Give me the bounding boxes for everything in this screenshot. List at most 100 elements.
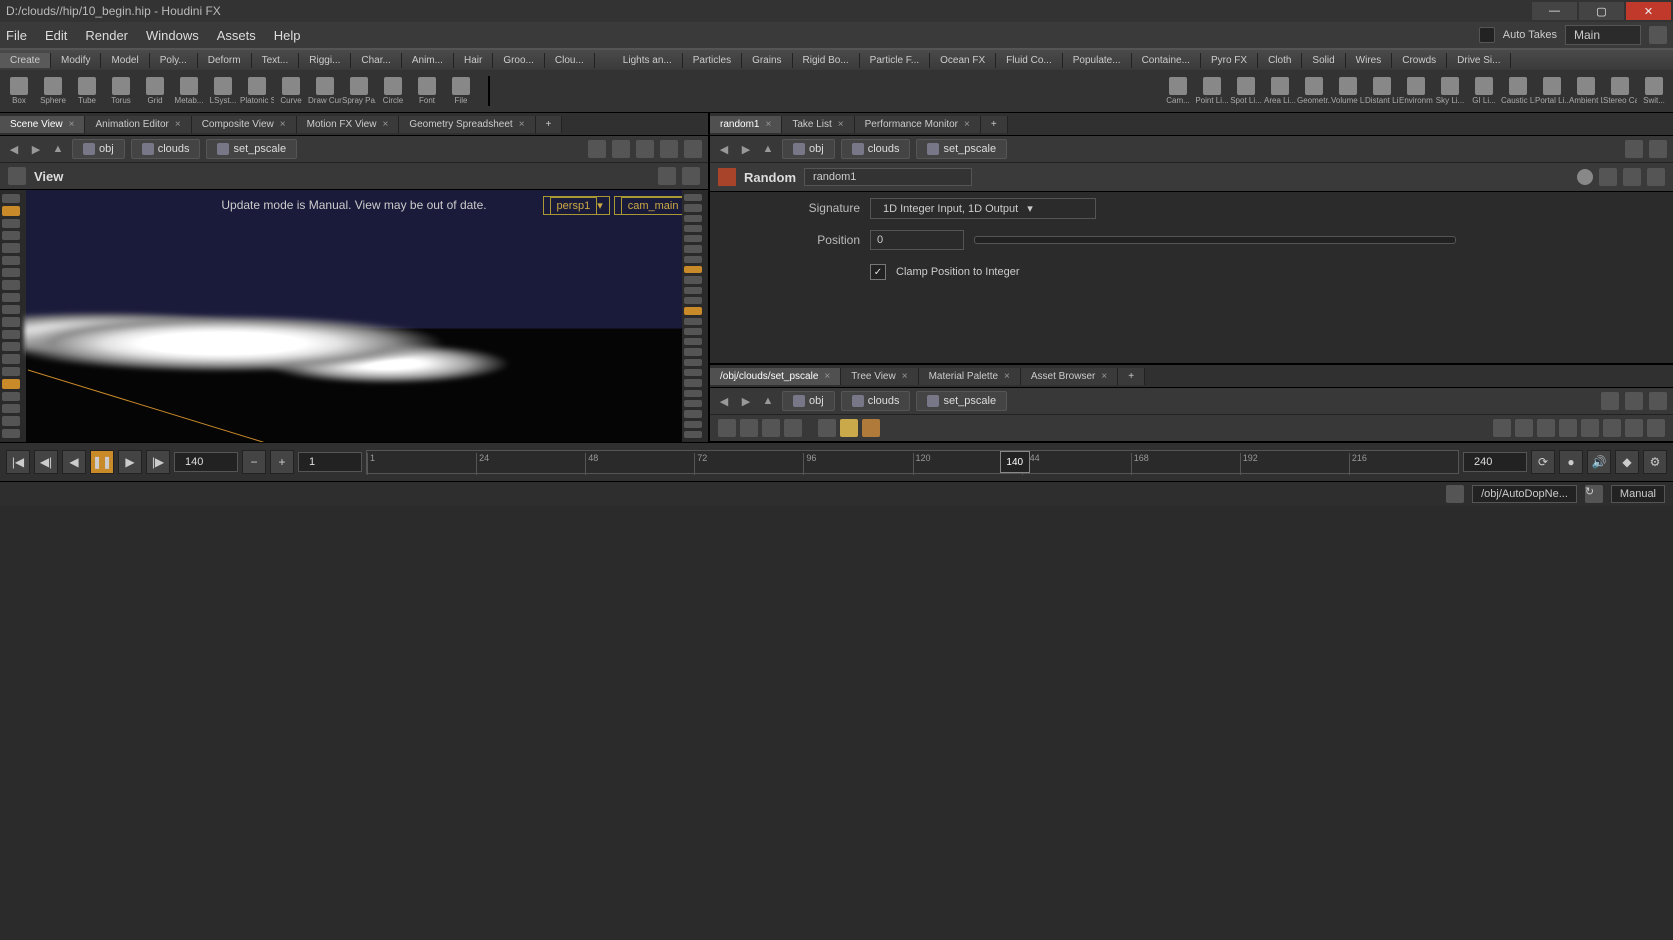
pane-tab[interactable]: /obj/clouds/set_pscale × (710, 368, 841, 385)
ncrumb-clouds[interactable]: clouds (841, 391, 911, 411)
pin2-icon[interactable] (1625, 140, 1643, 158)
shelf-tab[interactable]: Populate... (1063, 53, 1132, 68)
view-tool-icon[interactable] (658, 167, 676, 185)
take-selector[interactable]: Main (1565, 25, 1641, 45)
pane-tab[interactable]: Take List × (782, 116, 854, 133)
shelf-tool-drawcur[interactable]: Draw Cur... (310, 77, 340, 105)
shelf-tab[interactable]: Riggi... (299, 53, 351, 68)
shelf-tab[interactable]: Poly... (150, 53, 198, 68)
pane-tab[interactable]: Tree View × (841, 368, 918, 385)
shelf-tab[interactable]: Deform (198, 53, 252, 68)
shelf-tab[interactable]: Text... (252, 53, 300, 68)
shelf-tool-stereoca[interactable]: Stereo Ca... (1605, 77, 1635, 105)
layout-v-icon[interactable] (1515, 419, 1533, 437)
menu-assets[interactable]: Assets (217, 28, 256, 43)
close-tab-icon[interactable]: × (519, 119, 525, 130)
close-tab-icon[interactable]: × (838, 119, 844, 130)
shelf-tool-box[interactable]: Box (4, 77, 34, 105)
window-maximize[interactable]: ▢ (1579, 2, 1624, 20)
shelf-tool-volumeli[interactable]: Volume Li... (1333, 77, 1363, 105)
shelf-tool-sphere[interactable]: Sphere (38, 77, 68, 105)
shelf-tool-gili[interactable]: GI Li... (1469, 77, 1499, 105)
close-tab-icon[interactable]: × (1101, 371, 1107, 382)
range-lock-icon[interactable]: ● (1559, 450, 1583, 474)
shelf-tool-grid[interactable]: Grid (140, 77, 170, 105)
pane-tab[interactable]: Material Palette × (919, 368, 1021, 385)
shelf-tab[interactable]: Hair (454, 53, 493, 68)
close-tab-icon[interactable]: × (280, 119, 286, 130)
param-h-icon[interactable] (1599, 168, 1617, 186)
update-mode-select[interactable]: Manual (1611, 485, 1665, 503)
nav-back-icon[interactable]: ◀ (6, 141, 22, 157)
pathbar-opt4-icon[interactable] (660, 140, 678, 158)
shelf-tab[interactable]: Model (101, 53, 149, 68)
shelf-tool-platonicsol[interactable]: Platonic Sol... (242, 77, 272, 105)
shelf-tab[interactable]: Fluid Co... (996, 53, 1063, 68)
realtime-toggle[interactable]: ⟳ (1531, 450, 1555, 474)
nav-up-icon[interactable]: ▲ (50, 141, 66, 157)
auto-takes-toggle[interactable] (1479, 27, 1495, 43)
shelf-tool-environme[interactable]: Environme... (1401, 77, 1431, 105)
shelf-tool-font[interactable]: Font (412, 77, 442, 105)
timeline-cursor[interactable]: 140 (1000, 451, 1030, 473)
param-info-icon[interactable] (1623, 168, 1641, 186)
close-tab-icon[interactable]: × (964, 119, 970, 130)
nnav-fwd-icon[interactable]: ▶ (738, 393, 754, 409)
timeline-slider[interactable]: 124487296120144168192216 140 (366, 450, 1459, 474)
netbox-icon[interactable] (862, 419, 880, 437)
key-icon[interactable]: ◆ (1615, 450, 1639, 474)
ngear-icon[interactable] (1649, 392, 1667, 410)
crumb-set-pscale[interactable]: set_pscale (206, 139, 297, 159)
pane-tab[interactable]: Animation Editor × (85, 116, 191, 133)
menu-file[interactable]: File (6, 28, 27, 43)
pin-icon[interactable] (684, 140, 702, 158)
clamp-checkbox[interactable]: ✓ (870, 264, 886, 280)
pane-tab[interactable]: Performance Monitor × (855, 116, 981, 133)
shelf-tab[interactable]: Lights an... (613, 53, 683, 68)
npin-icon[interactable] (1601, 392, 1619, 410)
param-help-icon[interactable] (1647, 168, 1665, 186)
search-icon[interactable] (1625, 419, 1643, 437)
shelf-tab[interactable]: Wires (1346, 53, 1393, 68)
viewport[interactable]: Update mode is Manual. View may be out o… (0, 190, 708, 442)
window-close[interactable]: ✕ (1626, 2, 1671, 20)
crumb-obj[interactable]: obj (72, 139, 125, 159)
pause-button[interactable]: ❚❚ (90, 450, 114, 474)
globalanim-icon[interactable]: ⚙ (1643, 450, 1667, 474)
close-tab-icon[interactable]: × (902, 371, 908, 382)
grid-icon[interactable] (1603, 419, 1621, 437)
shelf-tab[interactable]: Ocean FX (930, 53, 996, 68)
pane-tab[interactable]: Composite View × (192, 116, 297, 133)
end-frame-field[interactable]: 240 (1463, 452, 1527, 472)
ncrumb-obj[interactable]: obj (782, 391, 835, 411)
position-slider[interactable] (974, 236, 1456, 244)
shelf-tool-areali[interactable]: Area Li... (1265, 77, 1295, 105)
distrib-icon[interactable] (1559, 419, 1577, 437)
pcrumb-set-pscale[interactable]: set_pscale (916, 139, 1007, 159)
shelf-tool-torus[interactable]: Torus (106, 77, 136, 105)
shelf-tab[interactable]: Char... (351, 53, 401, 68)
current-frame-field[interactable]: 140 (174, 452, 238, 472)
menu-edit[interactable]: Edit (45, 28, 67, 43)
nav-back2-icon[interactable]: ◀ (716, 141, 732, 157)
nnav-up-icon[interactable]: ▲ (760, 393, 776, 409)
shelf-tool-causticli[interactable]: Caustic Li... (1503, 77, 1533, 105)
view-menu-icon[interactable] (8, 167, 26, 185)
signature-select[interactable]: 1D Integer Input, 1D Output ▾ (870, 198, 1096, 219)
save-net-icon[interactable] (818, 419, 836, 437)
first-frame-button[interactable]: |◀ (6, 450, 30, 474)
pcrumb-clouds[interactable]: clouds (841, 139, 911, 159)
status-eye-icon[interactable] (1446, 485, 1464, 503)
shelf-tool-swit[interactable]: Swit... (1639, 77, 1669, 105)
list-view-icon[interactable] (718, 419, 736, 437)
position-field[interactable]: 0 (870, 230, 964, 250)
shelf-tool-metab[interactable]: Metab... (174, 77, 204, 105)
shelf-tool-spotli[interactable]: Spot Li... (1231, 77, 1261, 105)
shelf-tool-lsyst[interactable]: LSyst... (208, 77, 238, 105)
shelf-tab[interactable]: Particles (683, 53, 742, 68)
shelf-tab[interactable]: Cloth (1258, 53, 1302, 68)
shelf-tool-skyli[interactable]: Sky Li... (1435, 77, 1465, 105)
shelf-tab[interactable]: Pyro FX (1201, 53, 1258, 68)
status-path[interactable]: /obj/AutoDopNe... (1472, 485, 1577, 503)
play-fwd-button[interactable]: ▶ (118, 450, 142, 474)
